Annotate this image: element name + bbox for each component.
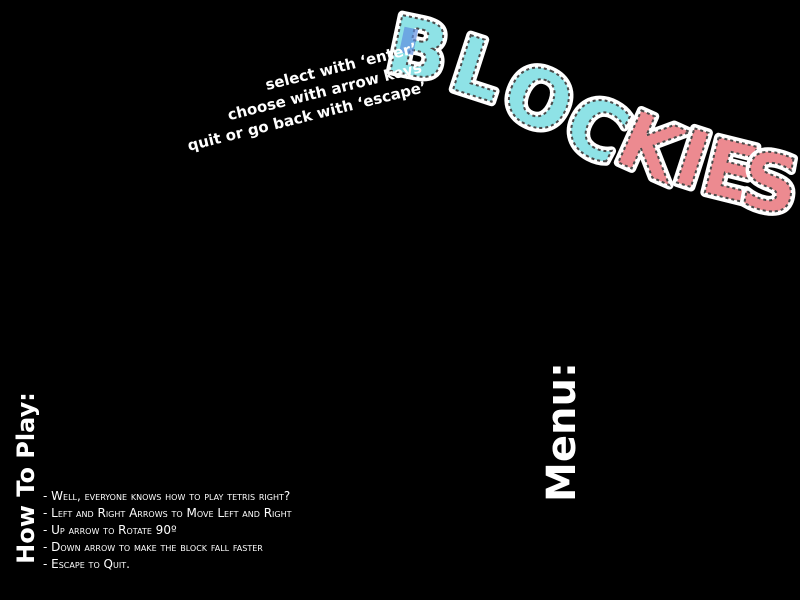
instruction-line: - Up arrow to Rotate 90º [43, 523, 177, 537]
instruction-line: - Well, everyone knows how to play tetri… [43, 489, 291, 503]
menu-heading: Menu: [539, 362, 585, 502]
how-to-play-heading: How To Play: [12, 392, 40, 564]
game-screen: BBLLOOCCKKIIEESS select with ‘enter’ cho… [0, 0, 800, 600]
instruction-line: - Left and Right Arrows to Move Left and… [43, 506, 292, 520]
instruction-line: - Down arrow to make the block fall fast… [43, 540, 263, 554]
how-to-play-instructions: - Well, everyone knows how to play tetri… [43, 488, 292, 573]
instruction-line: - Escape to Quit. [43, 557, 130, 571]
